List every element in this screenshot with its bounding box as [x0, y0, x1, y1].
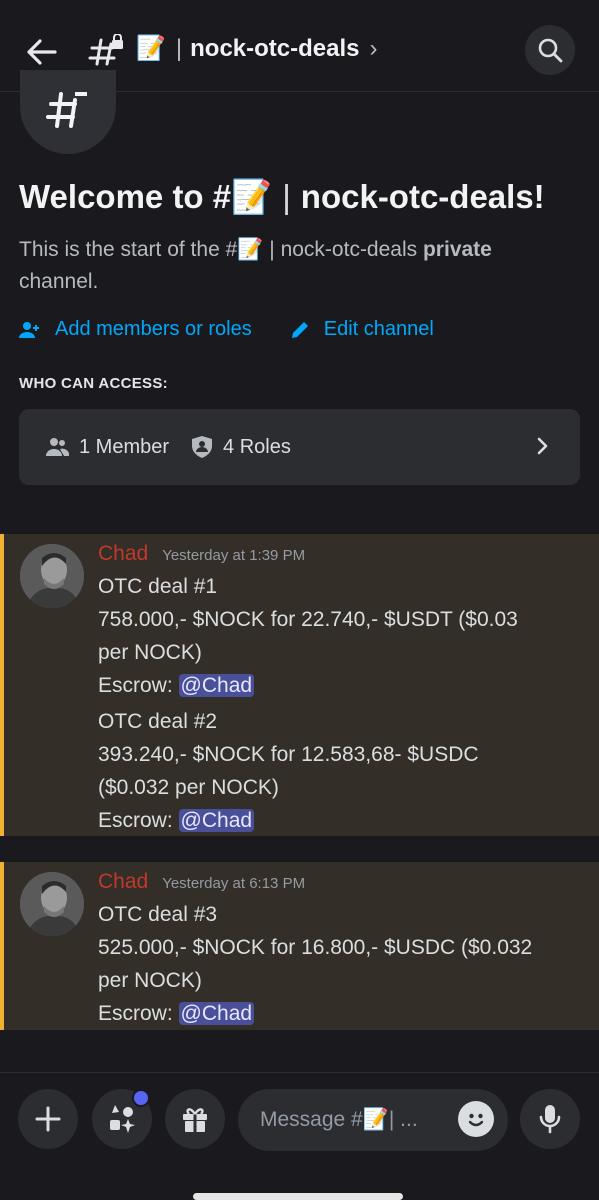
- welcome-emoji: 📝: [231, 178, 273, 215]
- author-name[interactable]: Chad: [98, 542, 148, 566]
- private-label: private: [422, 238, 492, 261]
- user-mention[interactable]: @Chad: [178, 1002, 255, 1025]
- pencil-icon: [291, 321, 308, 338]
- who-can-access-label: WHO CAN ACCESS:: [19, 375, 168, 392]
- title-separator: |: [175, 34, 183, 62]
- chevron-right-icon: ›: [369, 34, 378, 62]
- escrow-label: Escrow:: [98, 809, 173, 832]
- chevron-right-icon: [537, 437, 548, 455]
- home-indicator[interactable]: [193, 1193, 403, 1200]
- message-line: ($0.032 per NOCK): [98, 776, 279, 799]
- channel-emoji: 📝: [136, 35, 166, 62]
- channel-avatar: [20, 70, 116, 154]
- add-attachment-button[interactable]: [18, 1089, 78, 1149]
- edit-channel-label: Edit channel: [323, 318, 434, 340]
- start-suffix: channel.: [19, 270, 99, 293]
- start-prefix: This is the start of the #: [19, 238, 238, 261]
- user-mention[interactable]: @Chad: [178, 809, 255, 832]
- emoji-button[interactable]: [458, 1101, 494, 1137]
- message-line: OTC deal #1: [98, 575, 218, 598]
- message-line: OTC deal #2: [98, 710, 218, 733]
- timestamp: Yesterday at 1:39 PM: [162, 547, 306, 564]
- avatar-image: [20, 872, 84, 936]
- add-members-button[interactable]: Add members or roles: [19, 318, 252, 341]
- channel-start-text: This is the start of the #📝 | nock-otc-d…: [19, 234, 579, 298]
- channel-title[interactable]: 📝 | nock-otc-deals ›: [136, 34, 378, 63]
- author-name[interactable]: Chad: [98, 870, 148, 894]
- start-channel-name: nock-otc-deals: [280, 238, 418, 261]
- search-icon: [538, 38, 563, 63]
- input-placeholder-prefix: Message #: [260, 1108, 363, 1131]
- members-icon: [46, 438, 69, 456]
- message-group[interactable]: Chad Yesterday at 1:39 PM OTC deal #1 75…: [0, 534, 599, 836]
- voice-message-button[interactable]: [520, 1089, 580, 1149]
- back-button[interactable]: [22, 32, 62, 72]
- microphone-icon: [539, 1105, 561, 1134]
- input-placeholder-emoji: 📝: [362, 1108, 389, 1131]
- message-line: OTC deal #3: [98, 903, 218, 926]
- welcome-heading: Welcome to #📝 | nock-otc-deals!: [19, 178, 545, 217]
- escrow-line: Escrow: @Chad: [98, 804, 593, 837]
- channel-name: nock-otc-deals: [190, 34, 360, 62]
- avatar[interactable]: [20, 544, 84, 608]
- roles-label: 4 Roles: [223, 435, 291, 458]
- escrow-label: Escrow:: [98, 674, 173, 697]
- avatar-image: [20, 544, 84, 608]
- message-group[interactable]: Chad Yesterday at 6:13 PM OTC deal #3 52…: [0, 862, 599, 1030]
- start-emoji: 📝: [237, 238, 264, 261]
- emoji-icon: [468, 1113, 484, 1127]
- welcome-prefix: Welcome to #: [19, 178, 232, 215]
- message-line: 525.000,- $NOCK for 16.800,- $USDC ($0.0…: [98, 936, 533, 959]
- add-members-label: Add members or roles: [55, 318, 252, 340]
- message-line: per NOCK): [98, 641, 202, 664]
- message-line: 393.240,- $NOCK for 12.583,68- $USDC: [98, 743, 479, 766]
- escrow-label: Escrow:: [98, 1002, 173, 1025]
- members-label: 1 Member: [79, 435, 170, 458]
- gift-button[interactable]: [165, 1089, 225, 1149]
- gift-icon: [183, 1108, 207, 1132]
- welcome-channel-name: nock-otc-deals!: [300, 178, 545, 215]
- shield-icon: [192, 436, 213, 458]
- escrow-line: Escrow: @Chad: [98, 669, 593, 702]
- start-separator: |: [269, 238, 275, 261]
- message-body: OTC deal #2 393.240,- $NOCK for 12.583,6…: [98, 705, 593, 837]
- edit-channel-button[interactable]: Edit channel: [290, 318, 434, 341]
- message-header: Chad Yesterday at 6:13 PM: [98, 870, 305, 894]
- avatar[interactable]: [20, 872, 84, 936]
- timestamp: Yesterday at 6:13 PM: [162, 875, 306, 892]
- input-placeholder-suffix: | ...: [388, 1108, 418, 1131]
- back-arrow-icon: [27, 39, 57, 65]
- hashtag-icon: [46, 92, 87, 128]
- escrow-line: Escrow: @Chad: [98, 997, 593, 1030]
- access-card[interactable]: 1 Member 4 Roles: [19, 409, 580, 485]
- hashtag-lock-icon: [88, 34, 123, 66]
- message-line: per NOCK): [98, 969, 202, 992]
- message-body: OTC deal #1 758.000,- $NOCK for 22.740,-…: [98, 570, 593, 702]
- search-button[interactable]: [525, 25, 575, 75]
- message-line: 758.000,- $NOCK for 22.740,- $USDT ($0.0…: [98, 608, 518, 631]
- plus-icon: [35, 1106, 61, 1132]
- notification-dot: [132, 1089, 150, 1107]
- message-header: Chad Yesterday at 1:39 PM: [98, 542, 305, 566]
- message-body: OTC deal #3 525.000,- $NOCK for 16.800,-…: [98, 898, 593, 1030]
- channel-actions: Add members or roles Edit channel: [19, 318, 472, 341]
- apps-icon: [110, 1105, 135, 1133]
- roles-count: 4 Roles: [191, 435, 291, 459]
- add-members-icon: [19, 321, 39, 338]
- user-mention[interactable]: @Chad: [178, 674, 255, 697]
- composer-bar: Message # 📝 | ...: [0, 1072, 599, 1200]
- members-count: 1 Member: [45, 436, 169, 459]
- welcome-separator: |: [282, 178, 291, 215]
